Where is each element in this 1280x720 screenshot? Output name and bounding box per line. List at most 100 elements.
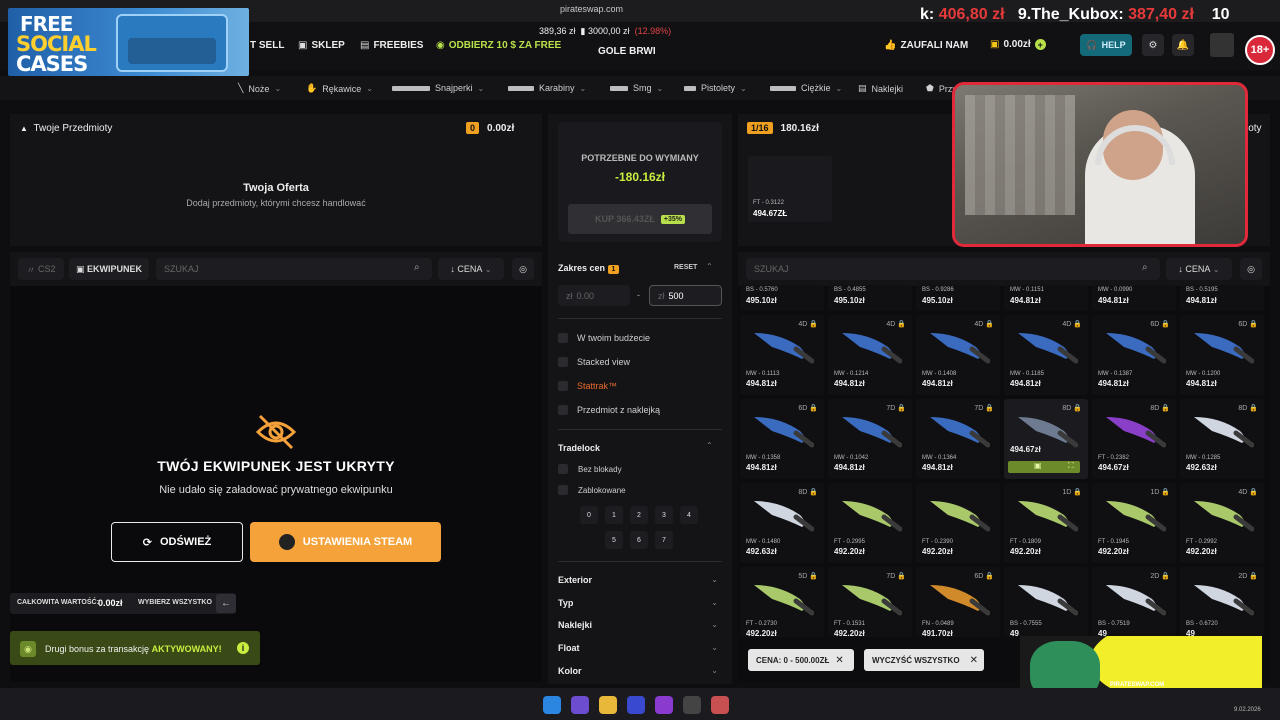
filter-budget[interactable]: W twoim budżecie	[558, 333, 650, 343]
chevron-up-icon[interactable]: ⌃	[706, 441, 713, 450]
category-smg[interactable]: Smg ⌄	[610, 83, 663, 93]
inventory-tab[interactable]: ▣ EKWIPUNEK	[69, 258, 149, 280]
item-card[interactable]: BS - 0.4855 495.10zł	[828, 285, 912, 311]
item-card[interactable]: 4D 🔒 FT - 0.2992 492.20zł	[1180, 483, 1264, 563]
category-snipers[interactable]: Snajperki ⌄	[392, 83, 484, 93]
filter-toggle-button[interactable]: ◎	[512, 258, 534, 280]
url-text[interactable]: pirateswap.com	[560, 4, 623, 14]
checkbox[interactable]	[558, 485, 568, 495]
price-max-input[interactable]: zł 500	[649, 285, 722, 306]
filter-sticker[interactable]: Przedmiot z naklejką	[558, 405, 660, 415]
day-1[interactable]: 1	[605, 506, 623, 524]
item-card[interactable]: 8D 🔒 FT - 0.2382 494.67zł	[1092, 399, 1176, 479]
nav-promo[interactable]: ◉ ODBIERZ 10 $ ZA FREE	[436, 40, 561, 51]
app-icon-3[interactable]	[711, 696, 729, 714]
tradelock-locked[interactable]: Zablokowane	[558, 485, 626, 495]
inventory-search[interactable]: SZUKAJ	[156, 258, 432, 280]
site-sort-select[interactable]: ↓ CENA ⌄	[1166, 258, 1232, 280]
item-card[interactable]: BS - 0.9286 495.10zł	[916, 285, 1000, 311]
nav-sell[interactable]: T SELL	[250, 40, 284, 51]
section-color[interactable]: Kolor ⌄	[558, 666, 718, 676]
reset-button[interactable]: RESET	[674, 264, 697, 271]
filter-stattrak[interactable]: Stattrak™	[558, 381, 617, 391]
item-card[interactable]: MW - 0.0990 494.81zł	[1092, 285, 1176, 311]
day-3[interactable]: 3	[655, 506, 673, 524]
wallet[interactable]: ▣ 0.00zł +	[990, 39, 1046, 50]
select-all-button[interactable]: WYBIERZ WSZYSTKO	[138, 599, 212, 606]
checkbox[interactable]	[558, 464, 568, 474]
item-card[interactable]: 6D 🔒 MW - 0.1200 494.81zł	[1180, 315, 1264, 395]
inspect-icon[interactable]: ⛶	[1068, 461, 1074, 471]
clear-all-button[interactable]: WYCZYŚĆ WSZYSTKO ✕	[864, 649, 984, 671]
windows-start-icon[interactable]	[543, 696, 561, 714]
nav-freebies[interactable]: ▤ FREEBIES	[360, 40, 423, 51]
close-icon[interactable]: ✕	[970, 655, 978, 666]
day-2[interactable]: 2	[630, 506, 648, 524]
refresh-button[interactable]: ⟳ ODŚWIEŻ	[111, 522, 243, 562]
sort-select[interactable]: ↓ CENA ⌄	[438, 258, 504, 280]
notifications-button[interactable]: 🔔	[1172, 34, 1194, 56]
info-icon[interactable]: i	[237, 642, 249, 654]
cart-icon[interactable]: ▣	[1034, 461, 1042, 470]
buy-button[interactable]: KUP 366.43ZŁ +35%	[568, 204, 712, 234]
checkbox[interactable]	[558, 333, 568, 343]
filter-stacked[interactable]: Stacked view	[558, 357, 630, 367]
item-card[interactable]: BS - 0.7555 49	[1004, 567, 1088, 637]
category-rifles[interactable]: Karabiny ⌄	[508, 83, 586, 93]
item-card[interactable]: 6D 🔒 FN - 0.0489 491.70zł	[916, 567, 1000, 637]
app-icon[interactable]	[571, 696, 589, 714]
item-card[interactable]: 4D 🔒 MW - 0.1113 494.81zł	[740, 315, 824, 395]
item-card[interactable]: 2D 🔒 BS - 0.6720 49	[1180, 567, 1264, 637]
folder-icon[interactable]	[599, 696, 617, 714]
section-exterior[interactable]: Exterior ⌄	[558, 575, 718, 585]
item-card[interactable]: FT - 0.2390 492.20zł	[916, 483, 1000, 563]
item-card[interactable]: FT - 0.2995 492.20zł	[828, 483, 912, 563]
game-chip[interactable]: 〃 CS2	[18, 258, 64, 280]
item-card[interactable]: 1D 🔒 FT - 0.1809 492.20zł	[1004, 483, 1088, 563]
item-card[interactable]: 7D 🔒 MW - 0.1364 494.81zł	[916, 399, 1000, 479]
day-0[interactable]: 0	[580, 506, 598, 524]
discord-icon[interactable]	[627, 696, 645, 714]
item-card[interactable]: MW - 0.1151 494.81zł	[1004, 285, 1088, 311]
item-card[interactable]: 8D 🔒 MW - 0.1480 492.63zł	[740, 483, 824, 563]
app-icon-2[interactable]	[683, 696, 701, 714]
item-card[interactable]: 5D 🔒 FT - 0.2730 492.20zł	[740, 567, 824, 637]
item-card[interactable]: 4D 🔒 MW - 0.1185 494.81zł	[1004, 315, 1088, 395]
day-5[interactable]: 5	[605, 531, 623, 549]
trusted-link[interactable]: 👍 ZAUFALI NAM	[884, 40, 968, 51]
checkbox[interactable]	[558, 357, 568, 367]
category-gloves[interactable]: ✋ Rękawice ⌄	[306, 83, 373, 94]
nav-shop[interactable]: ▣ SKLEP	[298, 40, 345, 51]
chevron-up-icon[interactable]: ⌃	[706, 262, 713, 271]
streaming-icon[interactable]	[655, 696, 673, 714]
item-card[interactable]: 1D 🔒 FT - 0.1945 492.20zł	[1092, 483, 1176, 563]
item-card[interactable]: 6D 🔒 MW - 0.1387 494.81zł	[1092, 315, 1176, 395]
item-card[interactable]: 8D 🔒 MW - 0.1285 492.63zł	[1180, 399, 1264, 479]
avatar[interactable]	[1210, 33, 1234, 57]
site-search[interactable]: SZUKAJ	[746, 258, 1160, 280]
section-stickers[interactable]: Naklejki ⌄	[558, 620, 718, 630]
settings-button[interactable]: ⚙	[1142, 34, 1164, 56]
item-card[interactable]: 6D 🔒 MW - 0.1358 494.81zł	[740, 399, 824, 479]
price-min-input[interactable]: zł 0.00	[558, 285, 630, 306]
item-card[interactable]: 2D 🔒 BS - 0.7519 49	[1092, 567, 1176, 637]
category-heavy[interactable]: Ciężkie ⌄	[770, 83, 842, 93]
item-card[interactable]: BS - 0.5760 495.10zł	[740, 285, 824, 311]
active-filter-chip[interactable]: CENA: 0 - 500.00ZŁ ✕	[748, 649, 854, 671]
item-card[interactable]: 4D 🔒 MW - 0.1214 494.81zł	[828, 315, 912, 395]
section-float[interactable]: Float ⌄	[558, 643, 718, 653]
add-funds-icon[interactable]: +	[1034, 39, 1046, 50]
item-card[interactable]: BS - 0.5195 494.81zł	[1180, 285, 1264, 311]
item-card[interactable]: 7D 🔒 MW - 0.1042 494.81zł	[828, 399, 912, 479]
arrow-left-icon[interactable]: ←	[216, 594, 236, 613]
checkbox[interactable]	[558, 381, 568, 391]
item-card[interactable]: 7D 🔒 FT - 0.1531 492.20zł	[828, 567, 912, 637]
category-stickers[interactable]: ▤ Naklejki	[858, 83, 903, 94]
site-filter-button[interactable]: ◎	[1240, 258, 1262, 280]
day-4[interactable]: 4	[680, 506, 698, 524]
day-7[interactable]: 7	[655, 531, 673, 549]
tradelock-none[interactable]: Bez blokady	[558, 464, 622, 474]
item-card[interactable]: 4D 🔒 MW - 0.1408 494.81zł	[916, 315, 1000, 395]
day-6[interactable]: 6	[630, 531, 648, 549]
category-pistols[interactable]: Pistolety ⌄	[684, 83, 747, 93]
